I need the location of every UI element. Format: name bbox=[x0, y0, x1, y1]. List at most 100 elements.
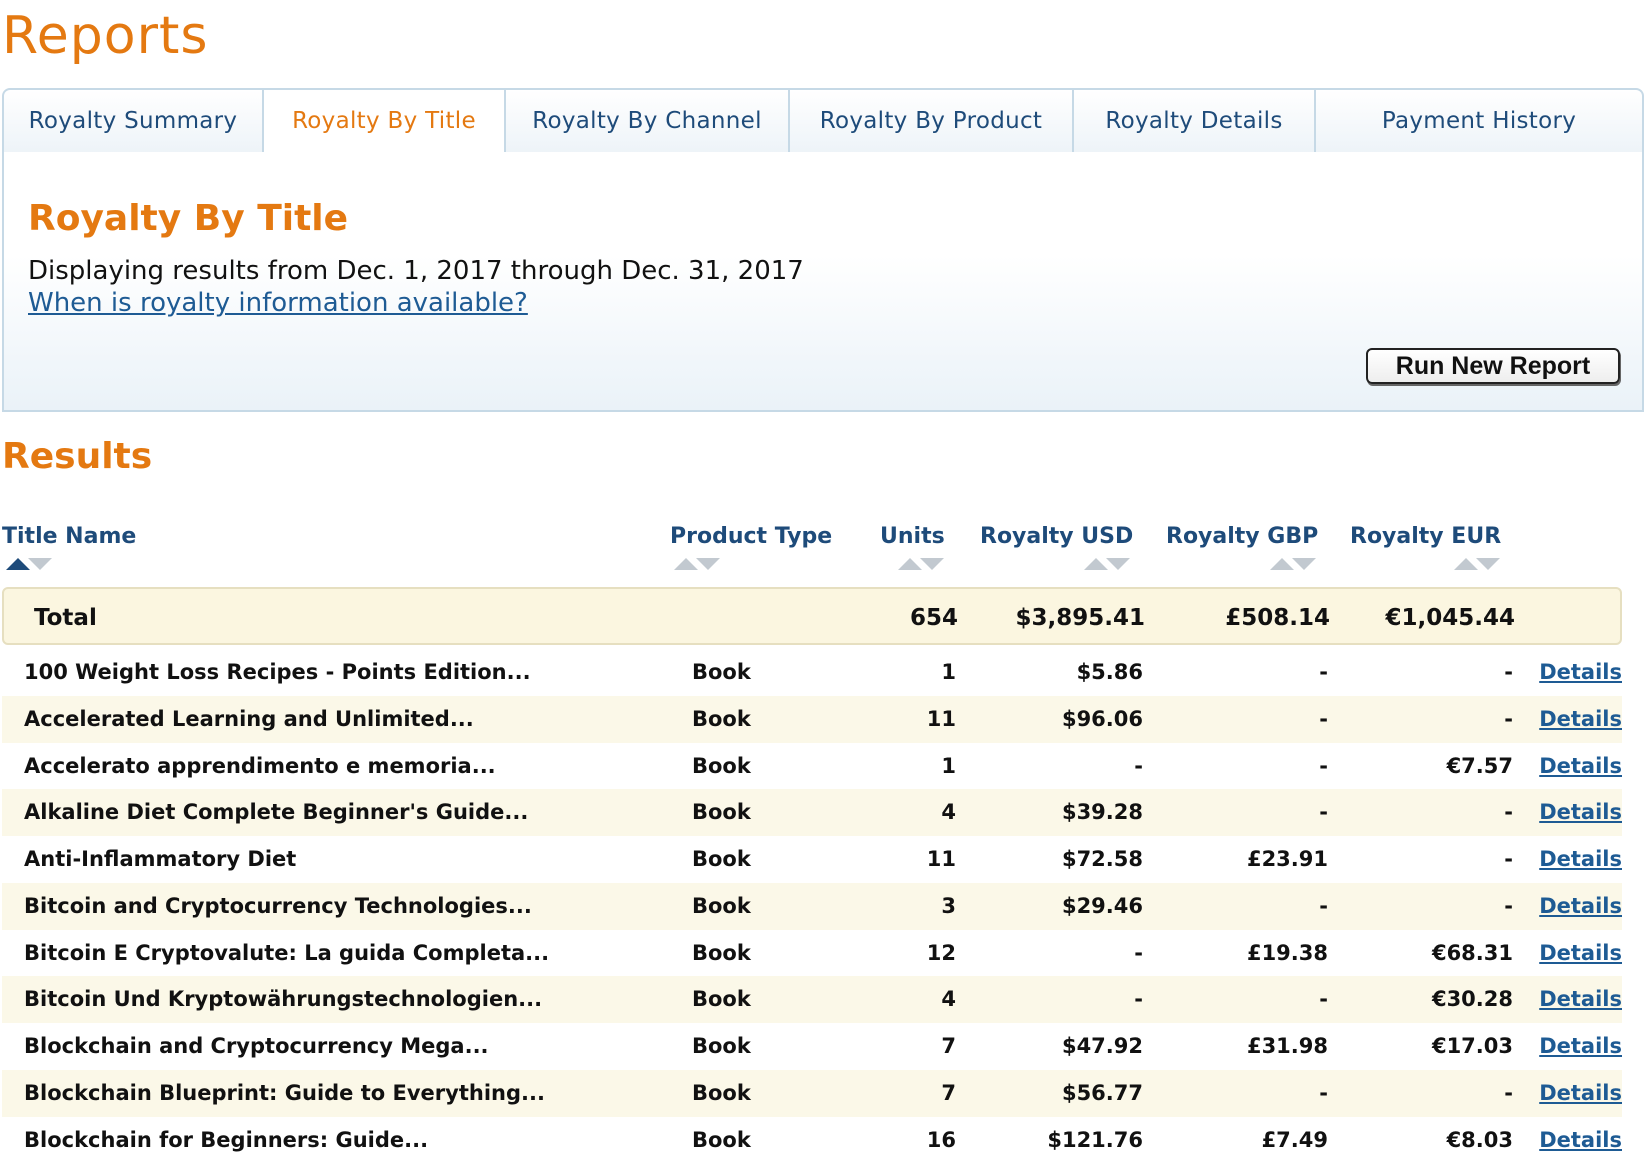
column-header-royalty-eur[interactable]: Royalty EUR bbox=[1350, 524, 1501, 549]
cell-royalty-usd: - bbox=[1134, 987, 1143, 1011]
cell-product-type: Book bbox=[692, 894, 751, 918]
tab-royalty-by-product[interactable]: Royalty By Product bbox=[790, 90, 1074, 154]
sort-descending-icon[interactable] bbox=[920, 558, 944, 570]
column-header-product-type[interactable]: Product Type bbox=[670, 524, 832, 549]
table-row: Accelerated Learning and Unlimited... Bo… bbox=[2, 696, 1622, 743]
royalty-availability-link[interactable]: When is royalty information available? bbox=[28, 288, 528, 318]
table-row: Blockchain Blueprint: Guide to Everythin… bbox=[2, 1070, 1622, 1117]
cell-title-name: Anti-Inflammatory Diet bbox=[24, 847, 296, 871]
cell-units: 7 bbox=[941, 1081, 956, 1105]
tab-royalty-by-title[interactable]: Royalty By Title bbox=[264, 90, 506, 154]
cell-royalty-usd: $47.92 bbox=[1062, 1034, 1143, 1058]
cell-royalty-gbp: - bbox=[1319, 707, 1328, 731]
details-link[interactable]: Details bbox=[1539, 800, 1622, 824]
cell-royalty-gbp: - bbox=[1319, 1081, 1328, 1105]
total-royalty-gbp: £508.14 bbox=[1225, 605, 1330, 631]
cell-product-type: Book bbox=[692, 847, 751, 871]
sort-ascending-icon[interactable] bbox=[1454, 558, 1478, 570]
cell-product-type: Book bbox=[692, 800, 751, 824]
sort-ascending-icon[interactable] bbox=[674, 558, 698, 570]
details-link[interactable]: Details bbox=[1539, 754, 1622, 778]
cell-units: 16 bbox=[927, 1128, 956, 1152]
details-link[interactable]: Details bbox=[1539, 660, 1622, 684]
details-link[interactable]: Details bbox=[1539, 1081, 1622, 1105]
cell-title-name: Bitcoin and Cryptocurrency Technologies.… bbox=[24, 894, 532, 918]
cell-product-type: Book bbox=[692, 987, 751, 1011]
sort-arrows-units[interactable] bbox=[898, 558, 946, 572]
table-row: Accelerato apprendimento e memoria... Bo… bbox=[2, 743, 1622, 790]
results-title: Results bbox=[2, 436, 152, 477]
cell-royalty-usd: $96.06 bbox=[1062, 707, 1143, 731]
cell-royalty-eur: €17.03 bbox=[1432, 1034, 1513, 1058]
details-link[interactable]: Details bbox=[1539, 941, 1622, 965]
table-row: Blockchain and Cryptocurrency Mega... Bo… bbox=[2, 1023, 1622, 1070]
panel-title: Royalty By Title bbox=[28, 198, 348, 239]
cell-royalty-eur: - bbox=[1504, 847, 1513, 871]
sort-arrows-product-type[interactable] bbox=[674, 558, 722, 572]
details-link[interactable]: Details bbox=[1539, 1128, 1622, 1152]
sort-descending-icon[interactable] bbox=[28, 558, 52, 570]
details-link[interactable]: Details bbox=[1539, 987, 1622, 1011]
sort-arrows-royalty-eur[interactable] bbox=[1454, 558, 1502, 572]
sort-arrows-title-name[interactable] bbox=[6, 558, 54, 572]
tab-payment-history[interactable]: Payment History bbox=[1316, 90, 1642, 154]
cell-product-type: Book bbox=[692, 707, 751, 731]
cell-title-name: Alkaline Diet Complete Beginner's Guide.… bbox=[24, 800, 528, 824]
cell-royalty-eur: - bbox=[1504, 1081, 1513, 1105]
tab-royalty-summary[interactable]: Royalty Summary bbox=[4, 90, 264, 154]
cell-product-type: Book bbox=[692, 1128, 751, 1152]
sort-ascending-icon[interactable] bbox=[1270, 558, 1294, 570]
table-row: Alkaline Diet Complete Beginner's Guide.… bbox=[2, 789, 1622, 836]
column-header-royalty-gbp[interactable]: Royalty GBP bbox=[1166, 524, 1318, 549]
sort-descending-icon[interactable] bbox=[1292, 558, 1316, 570]
cell-title-name: Bitcoin Und Kryptowährungstechnologien..… bbox=[24, 987, 542, 1011]
sort-ascending-icon[interactable] bbox=[6, 558, 30, 570]
sort-descending-icon[interactable] bbox=[1476, 558, 1500, 570]
tab-royalty-by-channel[interactable]: Royalty By Channel bbox=[506, 90, 790, 154]
details-link[interactable]: Details bbox=[1539, 1034, 1622, 1058]
column-header-royalty-usd[interactable]: Royalty USD bbox=[980, 524, 1133, 549]
run-new-report-button[interactable]: Run New Report bbox=[1366, 348, 1620, 384]
sort-descending-icon[interactable] bbox=[1106, 558, 1130, 570]
sort-ascending-icon[interactable] bbox=[898, 558, 922, 570]
cell-royalty-gbp: - bbox=[1319, 660, 1328, 684]
cell-royalty-usd: $121.76 bbox=[1047, 1128, 1143, 1152]
cell-royalty-gbp: £23.91 bbox=[1247, 847, 1328, 871]
sort-arrows-royalty-gbp[interactable] bbox=[1270, 558, 1318, 572]
cell-product-type: Book bbox=[692, 754, 751, 778]
cell-royalty-usd: $39.28 bbox=[1062, 800, 1143, 824]
cell-royalty-eur: €7.57 bbox=[1447, 754, 1513, 778]
sort-descending-icon[interactable] bbox=[696, 558, 720, 570]
cell-units: 1 bbox=[941, 754, 956, 778]
cell-royalty-eur: €30.28 bbox=[1432, 987, 1513, 1011]
total-royalty-usd: $3,895.41 bbox=[1016, 605, 1146, 631]
cell-royalty-usd: $5.86 bbox=[1077, 660, 1143, 684]
cell-royalty-gbp: £19.38 bbox=[1247, 941, 1328, 965]
cell-title-name: Accelerato apprendimento e memoria... bbox=[24, 754, 496, 778]
column-header-units[interactable]: Units bbox=[880, 524, 945, 549]
cell-units: 3 bbox=[941, 894, 956, 918]
details-link[interactable]: Details bbox=[1539, 707, 1622, 731]
table-row: Bitcoin and Cryptocurrency Technologies.… bbox=[2, 883, 1622, 930]
details-link[interactable]: Details bbox=[1539, 847, 1622, 871]
cell-royalty-eur: - bbox=[1504, 800, 1513, 824]
table-row: Blockchain for Beginners: Guide... Book … bbox=[2, 1117, 1622, 1163]
cell-title-name: Accelerated Learning and Unlimited... bbox=[24, 707, 474, 731]
cell-product-type: Book bbox=[692, 660, 751, 684]
cell-royalty-usd: - bbox=[1134, 941, 1143, 965]
cell-royalty-gbp: £7.49 bbox=[1262, 1128, 1328, 1152]
cell-units: 1 bbox=[941, 660, 956, 684]
cell-royalty-usd: - bbox=[1134, 754, 1143, 778]
cell-royalty-gbp: - bbox=[1319, 754, 1328, 778]
page-title: Reports bbox=[2, 6, 208, 66]
cell-product-type: Book bbox=[692, 1034, 751, 1058]
details-link[interactable]: Details bbox=[1539, 894, 1622, 918]
cell-title-name: 100 Weight Loss Recipes - Points Edition… bbox=[24, 660, 531, 684]
sort-arrows-royalty-usd[interactable] bbox=[1084, 558, 1132, 572]
report-panel: Royalty By Title Displaying results from… bbox=[2, 152, 1644, 412]
tab-royalty-details[interactable]: Royalty Details bbox=[1074, 90, 1316, 154]
cell-royalty-usd: $29.46 bbox=[1062, 894, 1143, 918]
sort-ascending-icon[interactable] bbox=[1084, 558, 1108, 570]
column-header-title-name[interactable]: Title Name bbox=[2, 524, 136, 549]
cell-product-type: Book bbox=[692, 1081, 751, 1105]
